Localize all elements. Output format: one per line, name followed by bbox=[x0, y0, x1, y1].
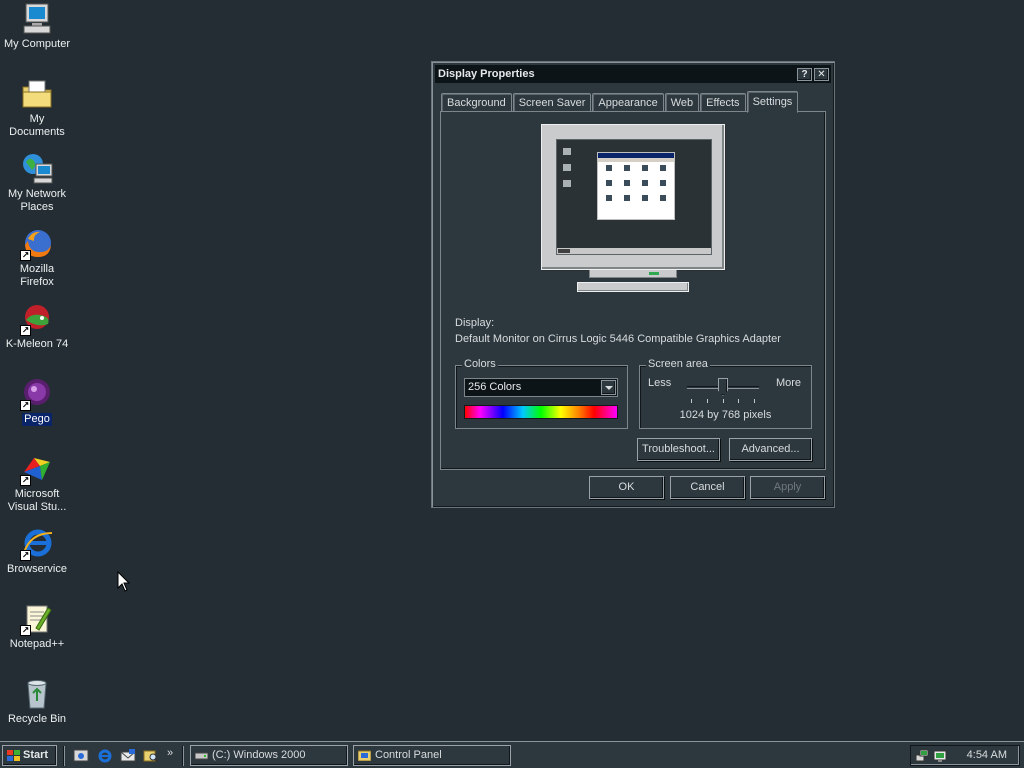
desktop-icon-label: Mozilla Firefox bbox=[19, 263, 55, 288]
desktop-icon-label: My Documents bbox=[9, 113, 65, 138]
taskbar-separator bbox=[182, 746, 184, 766]
close-button[interactable]: ✕ bbox=[814, 67, 829, 81]
desktop-icon-microsoft-visual-studio[interactable]: ↗ Microsoft Visual Stu... bbox=[0, 452, 74, 514]
internet-explorer-icon[interactable] bbox=[97, 748, 113, 764]
desktop-icon-label: Microsoft Visual Stu... bbox=[7, 488, 67, 513]
task-button-control-panel[interactable]: Control Panel bbox=[353, 745, 511, 766]
desktop-icon-label: K-Meleon 74 bbox=[5, 338, 69, 350]
colors-group: Colors 256 Colors bbox=[455, 358, 628, 429]
colors-legend: Colors bbox=[462, 358, 498, 370]
chevron-down-icon[interactable] bbox=[601, 380, 616, 395]
title-bar[interactable]: Display Properties ? ✕ bbox=[435, 65, 831, 83]
internet-explorer-icon: ↗ bbox=[20, 527, 54, 561]
task-button-label: (C:) Windows 2000 bbox=[212, 749, 306, 761]
computer-icon bbox=[20, 2, 54, 36]
less-label: Less bbox=[648, 377, 672, 389]
task-button-windows-2000-drive[interactable]: (C:) Windows 2000 bbox=[190, 745, 348, 766]
desktop-icon-label: Notepad++ bbox=[9, 638, 65, 650]
display-caption: Display: bbox=[455, 317, 495, 329]
firefox-icon: ↗ bbox=[20, 227, 54, 261]
taskbar-separator bbox=[63, 746, 65, 766]
visual-studio-icon: ↗ bbox=[20, 452, 54, 486]
documents-folder-icon bbox=[20, 77, 54, 111]
settings-panel: Display: Default Monitor on Cirrus Logic… bbox=[440, 111, 826, 470]
desktop-icon-recycle-bin[interactable]: Recycle Bin bbox=[0, 677, 74, 726]
help-button[interactable]: ? bbox=[797, 67, 812, 81]
control-panel-icon bbox=[358, 750, 371, 761]
recycle-bin-icon bbox=[20, 677, 54, 711]
k-meleon-icon: ↗ bbox=[20, 302, 54, 336]
display-settings-icon[interactable] bbox=[933, 749, 947, 763]
task-button-label: Control Panel bbox=[375, 749, 442, 761]
troubleshoot-button[interactable]: Troubleshoot... bbox=[637, 438, 720, 461]
display-adapter-value: Default Monitor on Cirrus Logic 5446 Com… bbox=[455, 333, 781, 345]
taskbar: Start » (C:) Windows 2000 Control Panel … bbox=[0, 741, 1024, 768]
desktop-icon-notepad-plus-plus[interactable]: ↗ Notepad++ bbox=[0, 602, 74, 651]
slider-thumb[interactable] bbox=[718, 378, 728, 396]
drive-icon bbox=[195, 752, 208, 760]
windows-logo-icon bbox=[7, 750, 20, 761]
tab-screen-saver[interactable]: Screen Saver bbox=[512, 93, 592, 112]
monitor-neck bbox=[589, 270, 677, 278]
desktop-icon-my-computer[interactable]: My Computer bbox=[0, 2, 74, 51]
screen-area-legend: Screen area bbox=[646, 358, 710, 370]
colors-dropdown[interactable]: 256 Colors bbox=[464, 378, 618, 397]
quick-launch-more-button[interactable]: » bbox=[167, 747, 173, 759]
dialog-title: Display Properties bbox=[438, 68, 535, 80]
preview-window bbox=[597, 152, 675, 220]
network-connection-icon[interactable] bbox=[915, 749, 929, 763]
slider-ticks bbox=[691, 399, 755, 404]
more-label: More bbox=[775, 377, 801, 389]
network-places-icon bbox=[20, 152, 54, 186]
taskbar-clock[interactable]: 4:54 AM bbox=[967, 749, 1007, 761]
desktop-icon-label: My Network Places bbox=[7, 188, 67, 213]
monitor-screen-preview bbox=[556, 139, 712, 255]
desktop-icon-label: Pego bbox=[22, 413, 52, 426]
monitor-power-led bbox=[649, 272, 659, 275]
desktop-icon-pego[interactable]: ↗ Pego bbox=[0, 377, 74, 426]
notepad-plus-plus-icon: ↗ bbox=[20, 602, 54, 636]
color-spectrum-bar bbox=[464, 405, 618, 419]
cancel-button[interactable]: Cancel bbox=[670, 476, 745, 499]
show-desktop-icon[interactable] bbox=[73, 748, 89, 764]
tab-web[interactable]: Web bbox=[664, 93, 700, 112]
apply-button[interactable]: Apply bbox=[750, 476, 825, 499]
advanced-button[interactable]: Advanced... bbox=[729, 438, 812, 461]
desktop-icon-browservice[interactable]: ↗ Browservice bbox=[0, 527, 74, 576]
tab-strip: Background Screen Saver Appearance Web E… bbox=[441, 90, 799, 113]
display-properties-dialog: Display Properties ? ✕ Background Screen… bbox=[431, 61, 835, 508]
start-button[interactable]: Start bbox=[2, 745, 57, 766]
system-tray: 4:54 AM bbox=[910, 745, 1020, 766]
desktop-icon-my-documents[interactable]: My Documents bbox=[0, 77, 74, 139]
desktop-icon-label: Browservice bbox=[7, 563, 67, 575]
explorer-search-icon[interactable] bbox=[143, 748, 159, 764]
tab-effects[interactable]: Effects bbox=[700, 93, 746, 112]
mouse-pointer-icon bbox=[117, 571, 131, 592]
desktop-icon-label: Recycle Bin bbox=[7, 713, 67, 725]
ok-button[interactable]: OK bbox=[589, 476, 664, 499]
desktop-icon-k-meleon[interactable]: ↗ K-Meleon 74 bbox=[0, 302, 74, 351]
screen-area-group: Screen area Less More 1024 by 768 pixels bbox=[639, 358, 812, 429]
monitor-base bbox=[577, 282, 689, 292]
monitor-bezel bbox=[541, 124, 725, 270]
desktop-icon-mozilla-firefox[interactable]: ↗ Mozilla Firefox bbox=[0, 227, 74, 289]
outlook-express-icon[interactable] bbox=[120, 748, 136, 764]
colors-selected-value: 256 Colors bbox=[468, 381, 522, 393]
resolution-label: 1024 by 768 pixels bbox=[679, 409, 772, 421]
monitor-preview bbox=[541, 124, 727, 294]
desktop-icon-my-network-places[interactable]: My Network Places bbox=[0, 152, 74, 214]
screen-area-slider[interactable] bbox=[687, 375, 759, 405]
desktop-icon-label: My Computer bbox=[3, 38, 71, 50]
tab-background[interactable]: Background bbox=[441, 93, 512, 112]
tab-settings[interactable]: Settings bbox=[746, 91, 799, 113]
start-label: Start bbox=[23, 749, 49, 761]
tab-appearance[interactable]: Appearance bbox=[592, 93, 664, 112]
pego-icon: ↗ bbox=[20, 377, 54, 411]
